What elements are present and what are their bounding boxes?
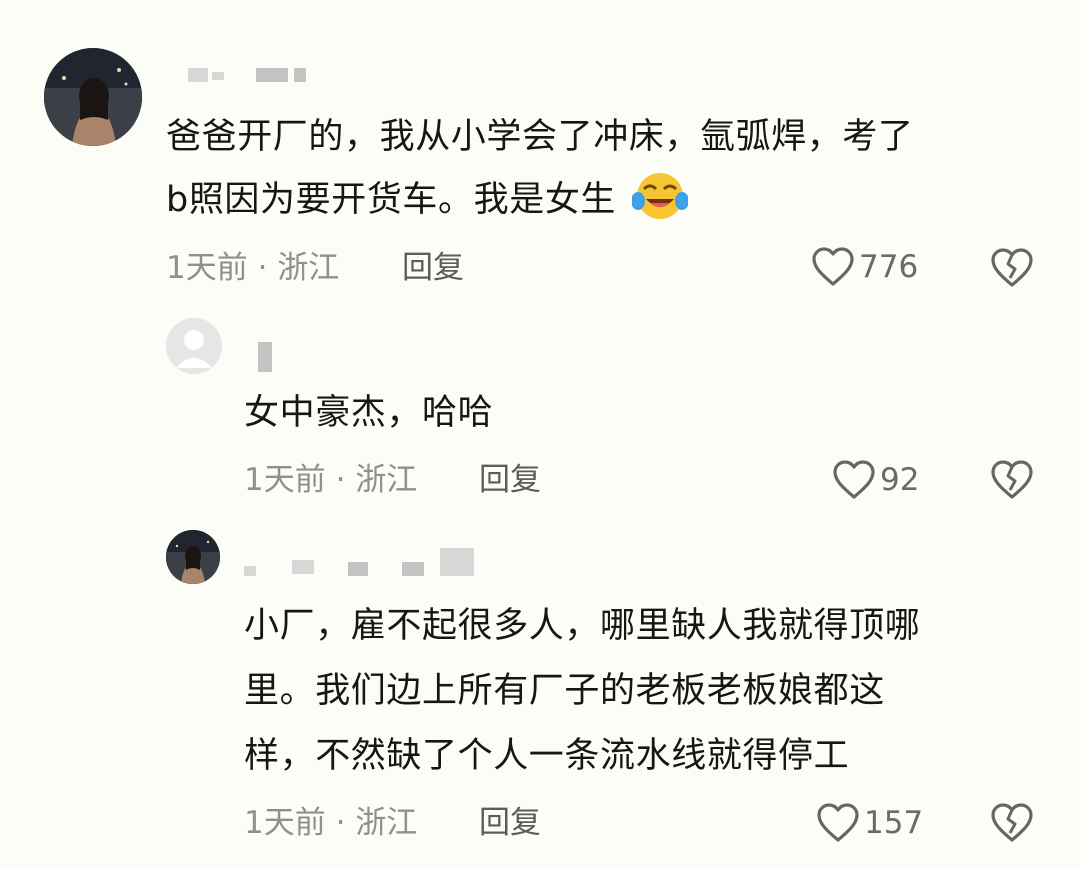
laughing-crying-emoji-icon: [631, 171, 688, 221]
redacted-username: [294, 68, 306, 82]
user-avatar[interactable]: [166, 530, 220, 584]
redacted-username: [258, 342, 272, 372]
like-button[interactable]: 92: [832, 459, 919, 501]
comment-text-line: 样，不然缺了个人一条流水线就得停工: [244, 736, 850, 776]
broken-heart-icon[interactable]: [990, 247, 1034, 289]
heart-outline-icon: [816, 802, 860, 844]
reply-button[interactable]: 回复: [479, 460, 541, 500]
reply-button[interactable]: 回复: [402, 248, 464, 288]
meta-separator: ·: [335, 805, 346, 841]
redacted-username: [402, 562, 424, 576]
redacted-username: [212, 72, 224, 80]
comment-location: 浙江: [355, 805, 418, 841]
redacted-username: [188, 68, 208, 82]
comment-text-line: 小厂，雇不起很多人，哪里缺人我就得顶哪: [244, 606, 921, 646]
heart-outline-icon: [832, 459, 876, 501]
like-count: 92: [880, 462, 920, 498]
meta-separator: ·: [257, 250, 268, 286]
comment-text-line: 女中豪杰，哈哈: [244, 393, 494, 433]
redacted-username: [440, 548, 474, 576]
redacted-username: [348, 562, 368, 576]
like-button[interactable]: 776: [811, 246, 918, 288]
redacted-username: [256, 68, 288, 82]
comment-meta: 1天前 · 浙江: [244, 803, 417, 843]
like-button[interactable]: 157: [816, 802, 923, 844]
like-count: 776: [859, 249, 919, 285]
comment-time: 1天前: [166, 250, 248, 286]
comment-time: 1天前: [244, 805, 326, 841]
comment-location: 浙江: [277, 250, 340, 286]
comment-location: 浙江: [355, 462, 418, 498]
comment-text-line: 爸爸开厂的，我从小学会了冲床，氩弧焊，考了: [166, 117, 914, 157]
comment-meta: 1天前 · 浙江: [166, 248, 339, 288]
comment-time: 1天前: [244, 462, 326, 498]
broken-heart-icon[interactable]: [990, 802, 1034, 844]
default-avatar-icon[interactable]: [166, 318, 222, 374]
meta-separator: ·: [335, 462, 346, 498]
user-avatar[interactable]: [44, 48, 142, 146]
comment-text-line: b照因为要开货车。我是女生: [166, 170, 688, 231]
redacted-username: [244, 566, 256, 576]
comment-text-line: 里。我们边上所有厂子的老板老板娘都这: [244, 671, 885, 711]
broken-heart-icon[interactable]: [990, 459, 1034, 501]
redacted-username: [292, 560, 314, 574]
like-count: 157: [864, 805, 924, 841]
heart-outline-icon: [811, 246, 855, 288]
reply-button[interactable]: 回复: [479, 803, 541, 843]
comment-meta: 1天前 · 浙江: [244, 460, 417, 500]
